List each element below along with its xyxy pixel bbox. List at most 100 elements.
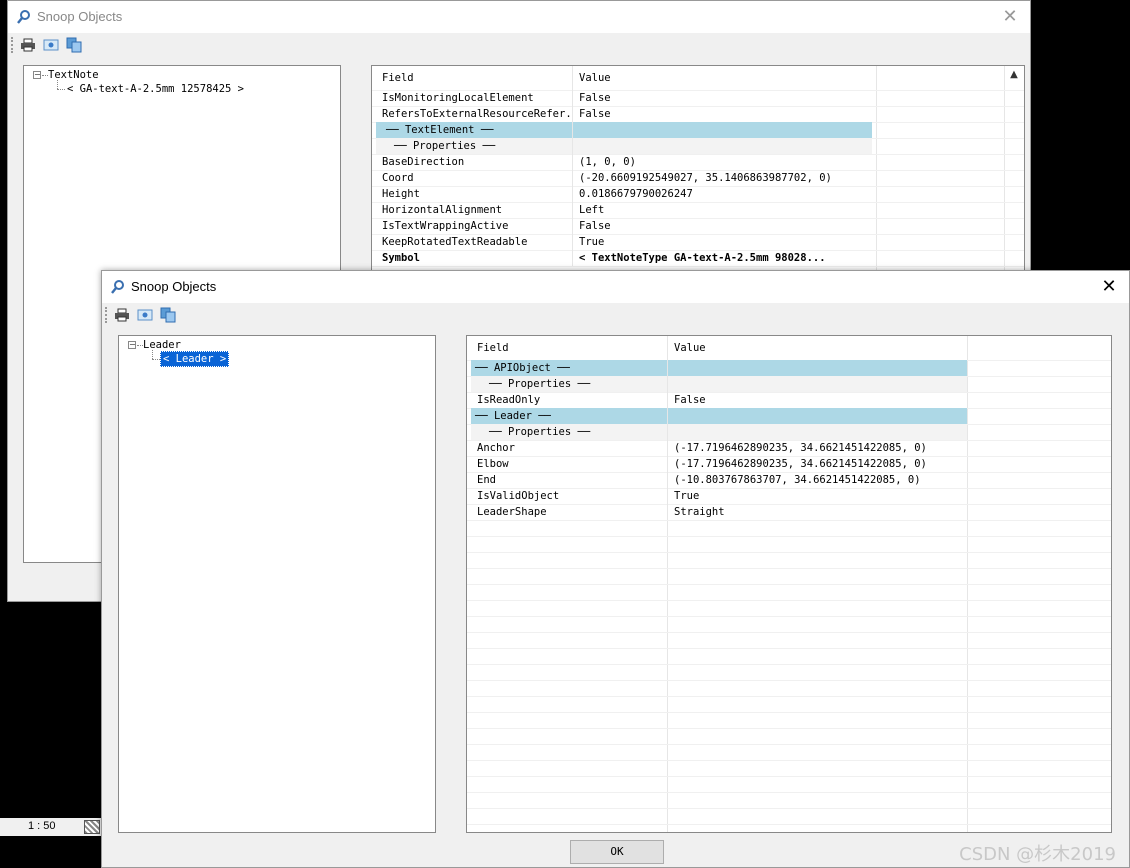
value-cell: (-17.7196462890235, 34.6621451422085, 0) (667, 456, 967, 472)
value-cell: 0.0186679790026247 (572, 186, 872, 202)
grid-row[interactable]: IsValidObject True (467, 488, 1111, 505)
section-subheader-row[interactable]: ── Properties ── (467, 424, 1111, 441)
section-header-row[interactable]: ── TextElement ── (372, 122, 1024, 139)
value-cell (572, 138, 872, 154)
section-subheader-row[interactable]: ── Properties ── (372, 138, 1024, 155)
value-cell: False (667, 392, 967, 408)
empty-row (467, 792, 1111, 809)
empty-row (467, 600, 1111, 617)
ok-button[interactable]: OK (570, 840, 664, 864)
grid-row[interactable]: RefersToExternalResourceRefer... False (372, 106, 1024, 123)
field-cell: Anchor (477, 442, 515, 454)
tree-connector (57, 89, 65, 90)
toolbar (8, 33, 1030, 57)
grid-row[interactable]: HorizontalAlignment Left (372, 202, 1024, 219)
grid-row[interactable]: BaseDirection (1, 0, 0) (372, 154, 1024, 171)
field-cell: IsMonitoringLocalElement (382, 92, 534, 104)
toolbar (102, 303, 1129, 327)
field-cell: IsReadOnly (477, 394, 541, 406)
field-cell: ── APIObject ── (471, 360, 667, 376)
object-tree[interactable]: − Leader < Leader > (118, 335, 436, 833)
snapshot-icon[interactable] (137, 307, 153, 323)
close-button[interactable]: ✕ (990, 1, 1030, 33)
column-header-field[interactable]: Field (376, 66, 572, 90)
empty-row (467, 664, 1111, 681)
value-cell: True (667, 488, 967, 504)
grid-header: Field Value (467, 336, 1111, 361)
copy-icon[interactable] (160, 307, 176, 323)
value-cell: Left (572, 202, 872, 218)
field-cell: End (477, 474, 496, 486)
column-header-value[interactable]: Value (572, 66, 872, 90)
value-cell: False (572, 106, 872, 122)
empty-row (467, 760, 1111, 777)
close-button[interactable]: ✕ (1089, 271, 1129, 303)
value-cell: False (572, 90, 872, 106)
titlebar: Snoop Objects ✕ (102, 271, 1129, 303)
collapse-icon[interactable]: − (128, 341, 136, 349)
column-header-value[interactable]: Value (667, 336, 967, 360)
field-cell: ── Properties ── (471, 424, 667, 440)
toolbar-grip[interactable] (105, 307, 109, 323)
column-header-field[interactable]: Field (471, 336, 667, 360)
print-icon[interactable] (20, 37, 36, 53)
value-cell: (-20.6609192549027, 35.1406863987702, 0) (572, 170, 872, 186)
value-cell: False (572, 218, 872, 234)
grid-row[interactable]: Height 0.0186679790026247 (372, 186, 1024, 203)
value-cell (667, 376, 967, 392)
print-icon[interactable] (114, 307, 130, 323)
field-cell: IsTextWrappingActive (382, 220, 509, 232)
property-grid[interactable]: Field Value IsMonitoringLocalElement Fal… (371, 65, 1025, 275)
section-header-row[interactable]: ── APIObject ── (467, 360, 1111, 377)
copy-icon[interactable] (66, 37, 82, 53)
property-grid[interactable]: Field Value ── APIObject ── ── Propertie… (466, 335, 1112, 833)
grid-row[interactable]: End (-10.803767863707, 34.6621451422085,… (467, 472, 1111, 489)
section-subheader-row[interactable]: ── Properties ── (467, 376, 1111, 393)
snoop-app-icon (17, 10, 30, 24)
value-cell (667, 424, 967, 440)
empty-row (467, 696, 1111, 713)
window-title: Snoop Objects (131, 279, 217, 294)
tree-node-leader-item-selected[interactable]: < Leader > (160, 351, 230, 367)
field-cell: RefersToExternalResourceRefer... (382, 108, 572, 120)
grid-row[interactable]: IsMonitoringLocalElement False (372, 90, 1024, 107)
view-scale[interactable]: 1 : 50 (28, 820, 56, 832)
snoop-app-icon (111, 280, 124, 294)
grid-row[interactable]: IsReadOnly False (467, 392, 1111, 409)
empty-row (467, 616, 1111, 633)
grid-row[interactable]: KeepRotatedTextReadable True (372, 234, 1024, 251)
grid-row[interactable]: LeaderShape Straight (467, 504, 1111, 521)
grid-row[interactable]: Elbow (-17.7196462890235, 34.66214514220… (467, 456, 1111, 473)
field-cell: HorizontalAlignment (382, 204, 503, 216)
titlebar: Snoop Objects ✕ (8, 1, 1030, 33)
tree-node-textnote[interactable]: TextNote (48, 68, 99, 82)
collapse-icon[interactable]: − (33, 71, 41, 79)
grid-row[interactable]: Symbol < TextNoteType GA-text-A-2.5mm 98… (372, 250, 1024, 267)
scroll-up-arrow-icon[interactable]: ▲ (1008, 69, 1020, 81)
field-cell: Height (382, 188, 420, 200)
tree-connector (57, 80, 58, 89)
empty-row (467, 680, 1111, 697)
section-header-row[interactable]: ── Leader ── (467, 408, 1111, 425)
snoop-objects-window-leader: Snoop Objects ✕ − Leader < Leader > Fiel… (101, 270, 1130, 868)
tree-node-textnote-item[interactable]: < GA-text-A-2.5mm 12578425 > (67, 82, 244, 96)
field-cell: Elbow (477, 458, 509, 470)
grid-row[interactable]: Coord (-20.6609192549027, 35.14068639877… (372, 170, 1024, 187)
value-cell (667, 360, 967, 376)
tree-node-leader[interactable]: Leader (143, 338, 181, 352)
empty-row (467, 584, 1111, 601)
field-cell: LeaderShape (477, 506, 547, 518)
empty-row (467, 536, 1111, 553)
field-cell: ── Properties ── (376, 138, 572, 154)
empty-row (467, 632, 1111, 649)
grid-row[interactable]: Anchor (-17.7196462890235, 34.6621451422… (467, 440, 1111, 457)
tree-connector (152, 350, 153, 359)
value-cell: < TextNoteType GA-text-A-2.5mm 98028... (572, 250, 872, 266)
grid-row[interactable]: IsTextWrappingActive False (372, 218, 1024, 235)
detail-level-icon[interactable] (84, 820, 100, 834)
field-cell: Coord (382, 172, 414, 184)
toolbar-grip[interactable] (11, 37, 15, 53)
empty-row (467, 568, 1111, 585)
snapshot-icon[interactable] (43, 37, 59, 53)
field-cell: ── TextElement ── (376, 122, 572, 138)
